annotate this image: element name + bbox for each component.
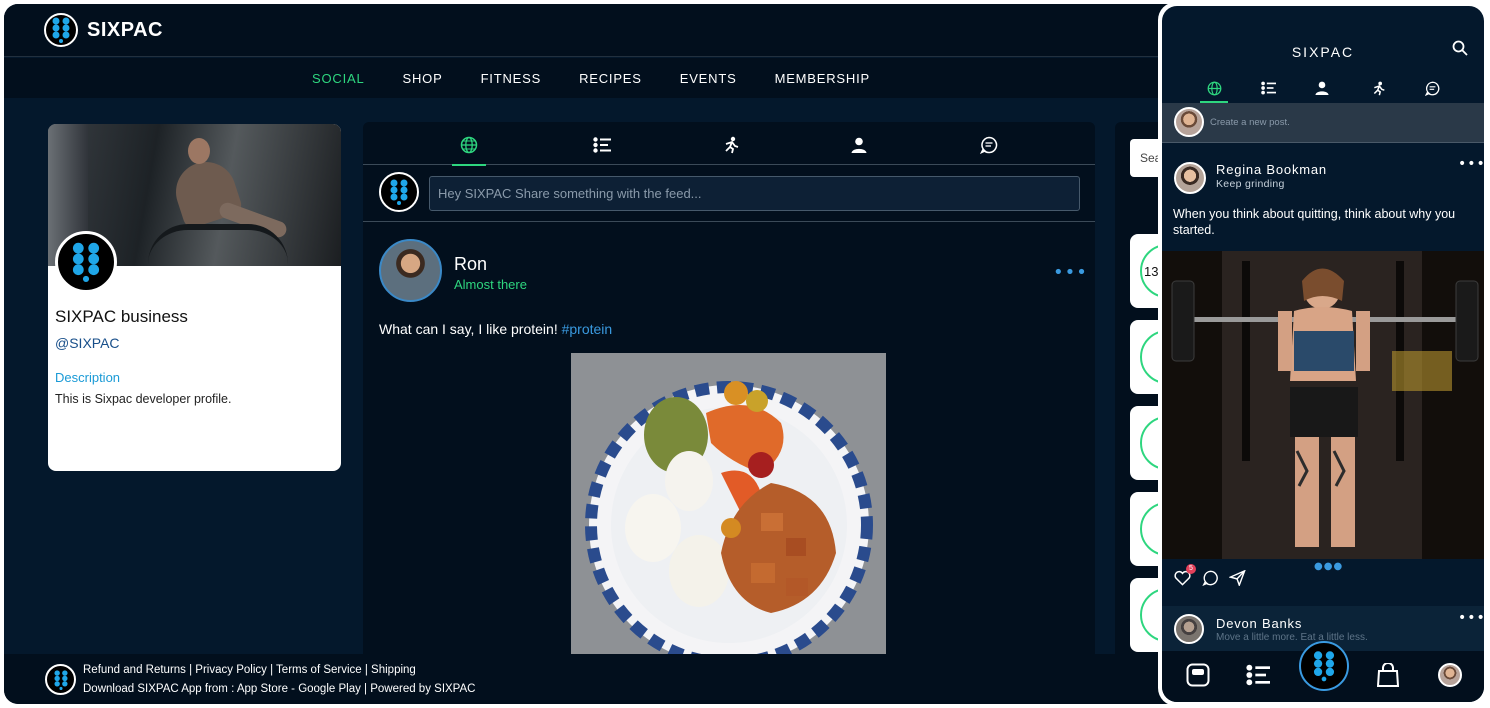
sixpac-logo-icon — [1299, 641, 1349, 691]
compose-avatar — [379, 172, 419, 212]
mobile-post-more-options-icon[interactable]: ••• — [1458, 156, 1484, 172]
chat-icon — [1424, 81, 1439, 96]
footer: Refund and Returns | Privacy Policy | Te… — [4, 654, 1178, 704]
feed-panel: Hey SIXPAC Share something with the feed… — [363, 122, 1095, 662]
mobile-post-author-name[interactable]: Regina Bookman — [1216, 162, 1327, 177]
post-author-status: Almost there — [454, 277, 527, 292]
footer-links[interactable]: Refund and Returns | Privacy Policy | Te… — [83, 664, 416, 676]
post-image[interactable] — [571, 353, 886, 662]
brand[interactable]: SIXPAC — [44, 13, 163, 47]
mobile-compose-input[interactable]: Create a new post. — [1210, 117, 1290, 128]
mobile-post-image[interactable] — [1162, 251, 1484, 559]
like-count-badge: 5 — [1186, 564, 1196, 574]
compose-bar: Hey SIXPAC Share something with the feed… — [363, 166, 1095, 222]
comment-icon[interactable] — [1202, 570, 1219, 590]
list-icon — [1260, 81, 1276, 95]
desktop-app: SIXPAC SOCIAL SHOP FITNESS RECIPES EVENT… — [4, 4, 1178, 704]
workout-icon — [1373, 81, 1385, 95]
globe-icon — [460, 136, 478, 154]
calendar-icon[interactable] — [1184, 661, 1212, 689]
sixpac-logo-icon — [55, 231, 117, 293]
person-icon — [1315, 81, 1329, 95]
post-author-name[interactable]: Ron — [454, 254, 487, 275]
mobile-tab-person[interactable] — [1312, 78, 1332, 98]
top-bar: SIXPAC — [4, 4, 1178, 57]
footer-download[interactable]: Download SIXPAC App from : App Store - G… — [83, 683, 475, 695]
tab-chat[interactable] — [978, 134, 1000, 156]
list-icon[interactable] — [1244, 661, 1272, 689]
footer-logo-icon — [45, 664, 76, 695]
post-hashtag[interactable]: #protein — [562, 321, 613, 337]
mobile-post-actions: 5 — [1174, 564, 1246, 590]
profile-avatar-button[interactable] — [1438, 663, 1462, 687]
mobile-tab-chat[interactable] — [1422, 78, 1442, 98]
mobile-tab-list[interactable] — [1258, 78, 1278, 98]
post-body: What can I say, I like protein! — [379, 321, 558, 337]
globe-icon — [1207, 81, 1221, 95]
mobile-title: SIXPAC — [1291, 44, 1355, 60]
search-icon[interactable] — [1452, 40, 1470, 58]
mobile-post2-more-options-icon[interactable]: ••• — [1458, 610, 1484, 626]
profile-description-label: Description — [55, 370, 121, 385]
compose-input[interactable]: Hey SIXPAC Share something with the feed… — [429, 176, 1080, 211]
brand-name: SIXPAC — [87, 18, 163, 41]
stat-value: 13 — [1144, 264, 1159, 279]
tab-globe[interactable] — [452, 134, 486, 166]
mobile-tab-workout[interactable] — [1368, 78, 1388, 98]
tab-person[interactable] — [848, 134, 870, 156]
mobile-post-text: When you think about quitting, think abo… — [1173, 207, 1456, 237]
nav-social[interactable]: SOCIAL — [293, 71, 383, 86]
mobile-tab-globe[interactable] — [1200, 78, 1228, 103]
mobile-post-author-avatar[interactable] — [1174, 162, 1206, 194]
mobile-frame: SIXPAC Create a new post. Regina Bookman… — [1158, 2, 1488, 706]
feed-tabs — [363, 122, 1095, 166]
home-button[interactable] — [1299, 641, 1349, 691]
carousel-dots[interactable]: ●●● — [1314, 561, 1343, 572]
mobile-post-author-status: Keep grinding — [1216, 178, 1285, 190]
mobile-post2-author-name[interactable]: Devon Banks — [1216, 616, 1302, 631]
profile-avatar[interactable] — [55, 231, 117, 293]
workout-icon — [725, 136, 739, 154]
profile-description: This is Sixpac developer profile. — [55, 392, 232, 406]
list-icon — [593, 137, 611, 153]
nav-events[interactable]: EVENTS — [661, 71, 756, 86]
profile-handle[interactable]: @SIXPAC — [55, 335, 120, 351]
tab-workout[interactable] — [720, 134, 742, 156]
nav-shop[interactable]: SHOP — [384, 71, 462, 86]
share-icon[interactable] — [1228, 569, 1246, 590]
person-icon — [851, 137, 867, 153]
profile-name: SIXPAC business — [55, 307, 188, 326]
post-author-avatar[interactable] — [379, 239, 442, 302]
like-icon[interactable]: 5 — [1174, 564, 1196, 588]
nav-membership[interactable]: MEMBERSHIP — [756, 71, 889, 86]
post-more-options-icon[interactable]: ••• — [1053, 262, 1088, 283]
shop-bag-icon[interactable] — [1374, 661, 1402, 689]
sixpac-logo-icon — [44, 13, 78, 47]
nav-recipes[interactable]: RECIPES — [560, 71, 661, 86]
profile-card: SIXPAC business @SIXPAC Description This… — [48, 124, 341, 471]
chat-icon — [980, 136, 998, 154]
mobile-post2-author-avatar[interactable] — [1174, 614, 1204, 644]
mobile-compose-bar[interactable]: Create a new post. — [1162, 103, 1484, 143]
main-nav-items: SOCIAL SHOP FITNESS RECIPES EVENTS MEMBE… — [4, 71, 1178, 86]
mobile-screen: SIXPAC Create a new post. Regina Bookman… — [1162, 6, 1484, 702]
nav-fitness[interactable]: FITNESS — [462, 71, 561, 86]
post-text: What can I say, I like protein! #protein — [379, 321, 612, 337]
mobile-compose-avatar — [1174, 107, 1204, 137]
mobile-tabs — [1162, 74, 1484, 104]
tab-list[interactable] — [591, 134, 613, 156]
mobile-bottom-nav — [1162, 641, 1484, 702]
